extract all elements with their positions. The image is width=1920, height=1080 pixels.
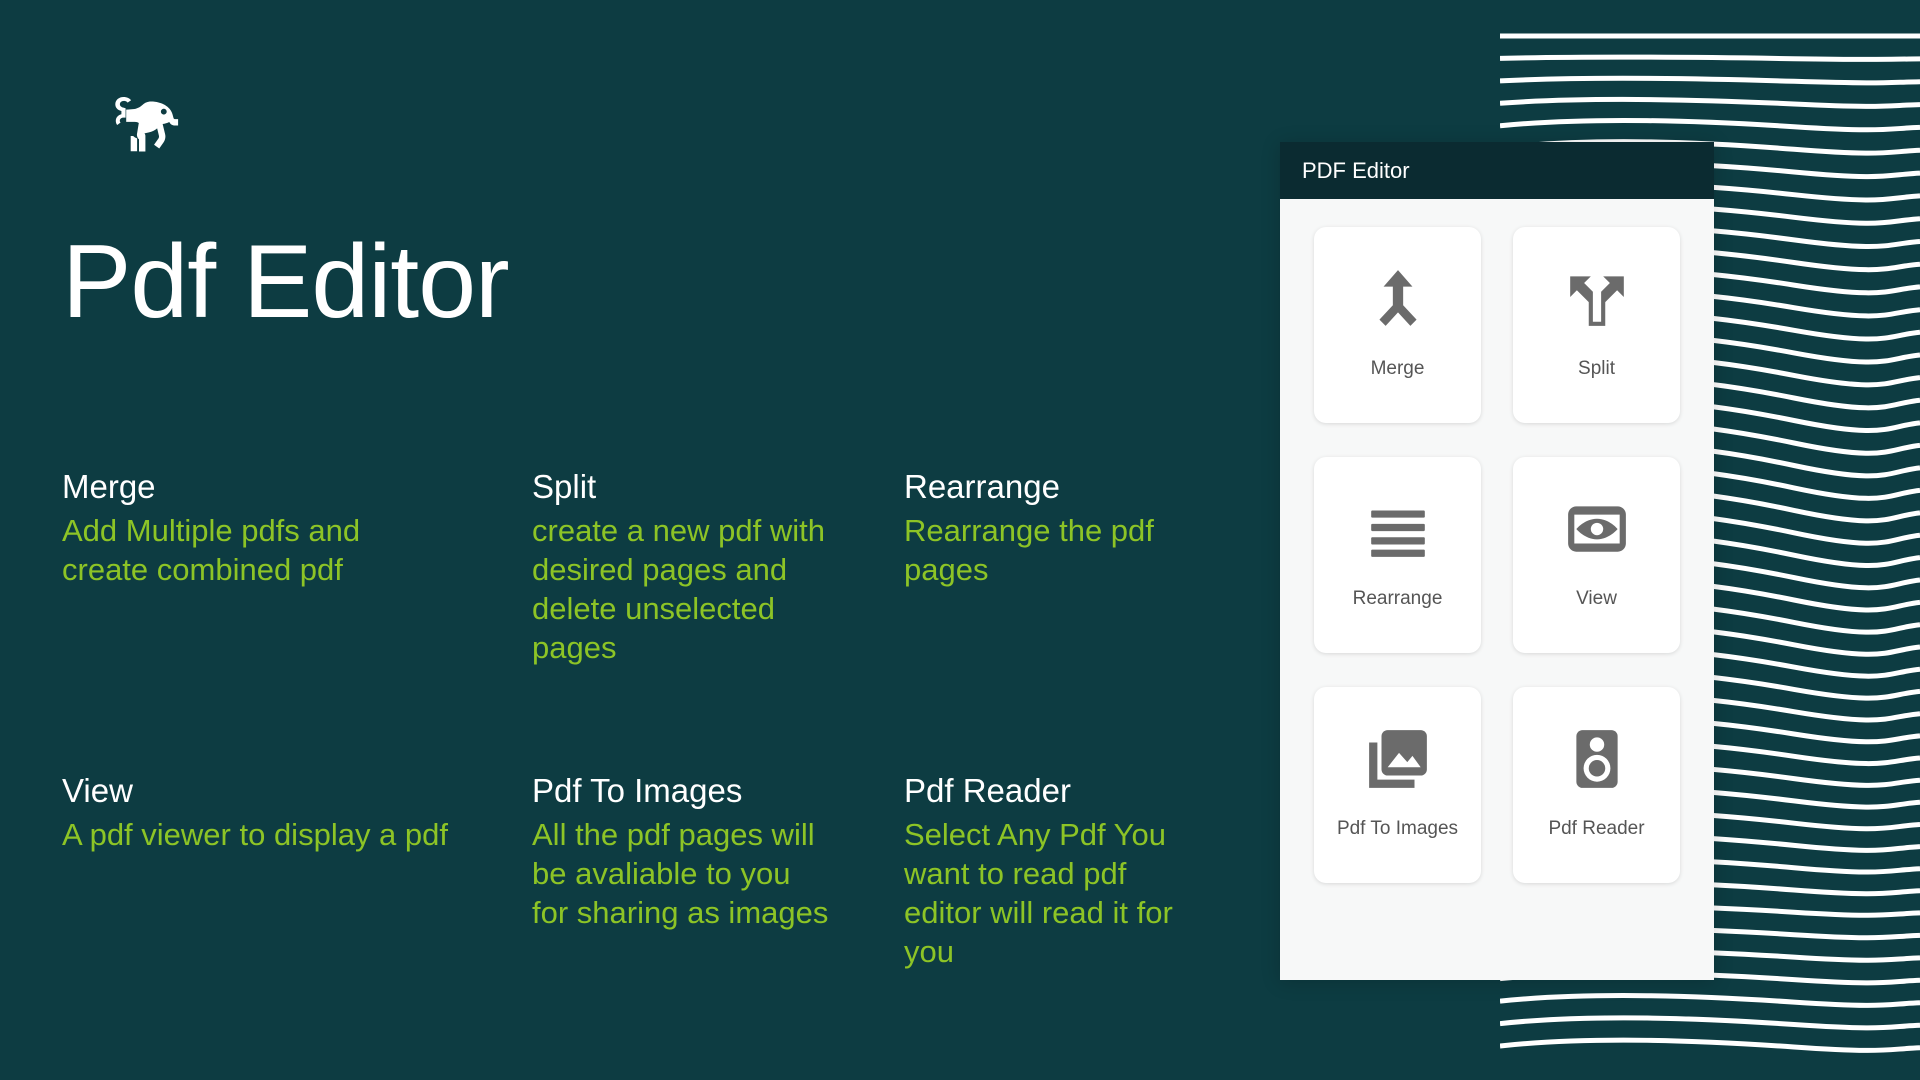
app-card-view[interactable]: View — [1513, 457, 1680, 653]
feature-description: create a new pdf with desired pages and … — [532, 512, 825, 666]
app-card-label: Pdf To Images — [1336, 818, 1459, 839]
app-tool-grid: Merge Split Rearrange View Pdf To Images… — [1280, 199, 1714, 911]
feature-description: Add Multiple pdfs and create combined pd… — [62, 512, 361, 587]
feature-item-rearrange: Rearrange Rearrange the pdf pages — [904, 468, 1204, 667]
app-screenshot-mockup: PDF Editor Merge Split Rearrange View Pd… — [1280, 142, 1714, 980]
app-card-merge[interactable]: Merge — [1314, 227, 1481, 423]
app-card-split[interactable]: Split — [1513, 227, 1680, 423]
feature-title: View — [62, 772, 133, 809]
app-card-pdf-reader[interactable]: Pdf Reader — [1513, 687, 1680, 883]
feature-item-split: Split create a new pdf with desired page… — [532, 468, 904, 667]
feature-title: Split — [532, 468, 597, 505]
feature-row-bottom: View A pdf viewer to display a pdf Pdf T… — [62, 772, 1202, 971]
app-card-label: Merge — [1370, 358, 1425, 379]
feature-item-merge: Merge Add Multiple pdfs and create combi… — [62, 468, 532, 667]
merge-arrow-icon — [1365, 266, 1431, 332]
lion-icon — [105, 95, 187, 157]
reorder-lines-icon — [1365, 496, 1431, 562]
photo-library-icon — [1365, 726, 1431, 792]
app-card-pdf-to-images[interactable]: Pdf To Images — [1314, 687, 1481, 883]
feature-item-pdf-to-images: Pdf To Images All the pdf pages will be … — [532, 772, 904, 971]
app-card-rearrange[interactable]: Rearrange — [1314, 457, 1481, 653]
feature-description: Rearrange the pdf pages — [904, 512, 1154, 587]
app-card-label: Rearrange — [1352, 588, 1443, 609]
speaker-icon — [1564, 726, 1630, 792]
feature-description: A pdf viewer to display a pdf — [62, 816, 449, 852]
app-bar-title: PDF Editor — [1302, 157, 1410, 183]
app-card-label: View — [1576, 588, 1617, 609]
split-arrow-icon — [1564, 266, 1630, 332]
feature-item-view: View A pdf viewer to display a pdf — [62, 772, 532, 971]
feature-title: Pdf To Images — [532, 772, 743, 809]
feature-title: Rearrange — [904, 468, 1060, 505]
app-card-label: Pdf Reader — [1548, 818, 1645, 839]
feature-description: All the pdf pages will be avaliable to y… — [532, 816, 829, 931]
hero-section: Pdf Editor Merge Add Multiple pdfs and c… — [0, 0, 1280, 1080]
feature-title: Merge — [62, 468, 156, 505]
feature-row-top: Merge Add Multiple pdfs and create combi… — [62, 468, 1202, 667]
feature-description: Select Any Pdf You want to read pdf edit… — [904, 816, 1173, 970]
feature-title: Pdf Reader — [904, 772, 1071, 809]
eye-frame-icon — [1564, 496, 1630, 562]
page-title: Pdf Editor — [62, 224, 510, 340]
app-card-label: Split — [1578, 358, 1615, 379]
feature-item-pdf-reader: Pdf Reader Select Any Pdf You want to re… — [904, 772, 1204, 971]
app-bar: PDF Editor — [1280, 142, 1714, 199]
